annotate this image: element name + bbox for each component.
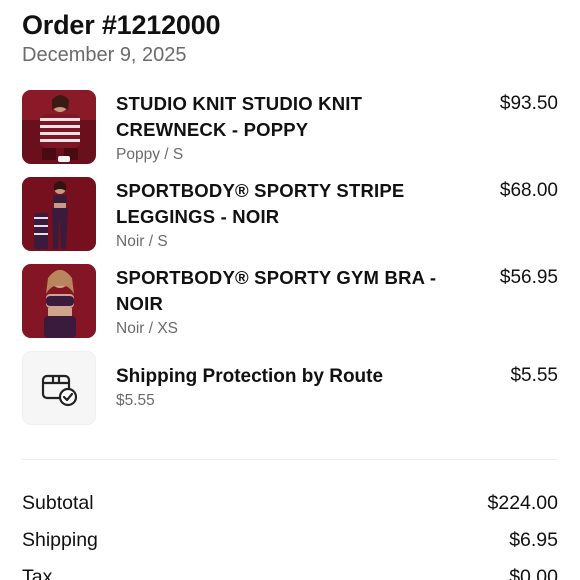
item-price: $56.95 — [499, 267, 558, 288]
item-name: SPORTBODY® SPORTY GYM BRA - NOIR — [116, 267, 437, 314]
gym-bra-photo — [22, 264, 96, 338]
item-price: $68.00 — [499, 180, 558, 201]
product-thumbnail[interactable] — [22, 90, 96, 164]
subtotal-value: $224.00 — [487, 492, 559, 514]
shipping-row: Shipping $6.95 — [22, 527, 558, 564]
item-info: SPORTBODY® SPORTY GYM BRA - NOIR Noir / … — [116, 264, 478, 340]
route-thumbnail — [22, 351, 96, 425]
order-title: Order #1212000 — [22, 10, 221, 40]
shipping-protection-subprice: $5.55 — [116, 392, 155, 409]
subtotal-row: Subtotal $224.00 — [22, 490, 558, 527]
order-summary: Subtotal $224.00 Shipping $6.95 Tax $0.0… — [22, 490, 558, 580]
divider — [22, 459, 558, 460]
item-variant: Poppy / S — [116, 146, 184, 163]
item-price: $93.50 — [499, 93, 558, 114]
product-thumbnail[interactable] — [22, 264, 96, 338]
leggings-photo — [22, 177, 96, 251]
package-check-icon — [41, 374, 78, 407]
item-variant: Noir / S — [116, 233, 168, 250]
item-variant: Noir / XS — [116, 320, 179, 337]
shipping-protection-item[interactable]: Shipping Protection by Route $5.55 $5.55 — [22, 351, 558, 438]
product-thumbnail[interactable] — [22, 177, 96, 251]
shipping-value: $6.95 — [509, 529, 558, 551]
list-item[interactable]: STUDIO KNIT STUDIO KNIT CREWNECK - POPPY… — [22, 90, 558, 177]
shipping-protection-name: Shipping Protection by Route — [116, 366, 384, 387]
item-name: SPORTBODY® SPORTY STRIPE LEGGINGS - NOIR — [116, 180, 405, 227]
tax-label: Tax — [22, 566, 53, 580]
tax-row: Tax $0.00 — [22, 564, 558, 580]
tax-value: $0.00 — [509, 566, 558, 580]
order-details-page: Order #1212000 December 9, 2025 STUDIO K… — [0, 0, 580, 580]
item-info: STUDIO KNIT STUDIO KNIT CREWNECK - POPPY… — [116, 90, 478, 166]
shipping-protection-price: $5.55 — [510, 365, 558, 386]
item-info: SPORTBODY® SPORTY STRIPE LEGGINGS - NOIR… — [116, 177, 478, 253]
item-name: STUDIO KNIT STUDIO KNIT CREWNECK - POPPY — [116, 93, 363, 140]
order-date: December 9, 2025 — [22, 44, 187, 66]
subtotal-label: Subtotal — [22, 492, 94, 514]
list-item[interactable]: SPORTBODY® SPORTY STRIPE LEGGINGS - NOIR… — [22, 177, 558, 264]
list-item[interactable]: SPORTBODY® SPORTY GYM BRA - NOIR Noir / … — [22, 264, 558, 351]
order-items-list: STUDIO KNIT STUDIO KNIT CREWNECK - POPPY… — [22, 90, 558, 438]
item-info: Shipping Protection by Route $5.55 — [116, 351, 478, 412]
striped-sweater-photo — [22, 90, 96, 164]
shipping-label: Shipping — [22, 529, 98, 551]
